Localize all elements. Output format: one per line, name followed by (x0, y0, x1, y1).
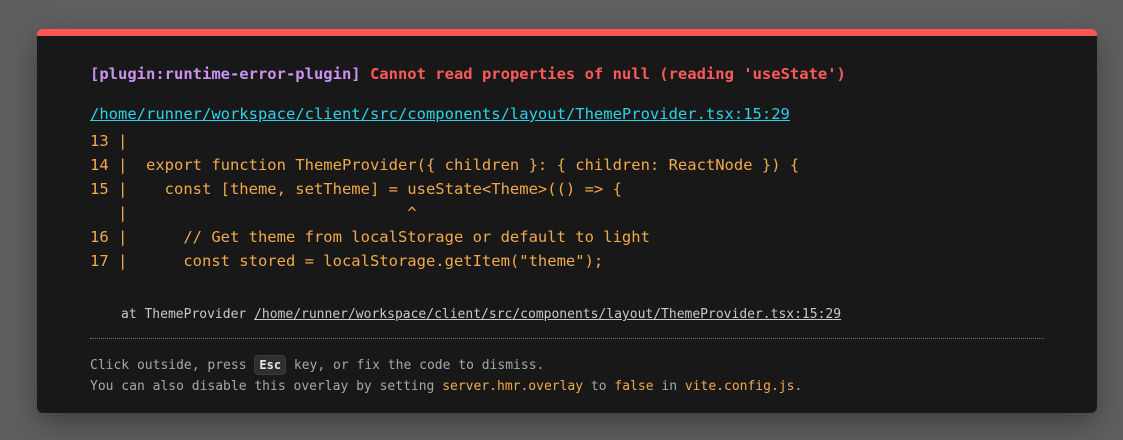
setting-name: server.hmr.overlay (442, 379, 584, 394)
divider (90, 338, 1044, 339)
esc-key: Esc (254, 355, 287, 375)
code-line: 14 | export function ThemeProvider({ chi… (90, 156, 800, 174)
error-overlay: [plugin:runtime-error-plugin] Cannot rea… (37, 29, 1097, 413)
code-frame: 13 | 14 | export function ThemeProvider({… (90, 129, 799, 273)
code-line: 13 | (90, 132, 128, 150)
stack-file-link[interactable]: /home/runner/workspace/client/src/compon… (254, 307, 841, 322)
config-file-name: vite.config.js (684, 379, 795, 394)
tip-text: in (653, 379, 685, 394)
code-caret-line: | ^ (90, 204, 417, 222)
error-message: [plugin:runtime-error-plugin] Cannot rea… (90, 65, 846, 83)
tip-text: You can also disable this overlay by set… (90, 379, 443, 394)
error-text: Cannot read properties of null (reading … (369, 65, 846, 83)
stack-prefix: at ThemeProvider (121, 307, 255, 322)
disable-tip: You can also disable this overlay by set… (90, 379, 802, 394)
tip-text: . (794, 379, 803, 394)
code-line: 16 | // Get theme from localStorage or d… (90, 228, 650, 246)
stack-trace: at ThemeProvider /home/runner/workspace/… (121, 307, 841, 322)
error-file-link[interactable]: /home/runner/workspace/client/src/compon… (90, 105, 790, 123)
tip-text: to (583, 379, 615, 394)
setting-value: false (614, 379, 654, 394)
tip-text: key, or fix the code to dismiss. (286, 358, 545, 373)
dismiss-tip: Click outside, press Esc key, or fix the… (90, 355, 544, 375)
code-line: 17 | const stored = localStorage.getItem… (90, 252, 604, 270)
plugin-name: [plugin:runtime-error-plugin] (90, 65, 361, 83)
tip-text: Click outside, press (90, 358, 255, 373)
code-line: 15 | const [theme, setTheme] = useState<… (90, 180, 622, 198)
